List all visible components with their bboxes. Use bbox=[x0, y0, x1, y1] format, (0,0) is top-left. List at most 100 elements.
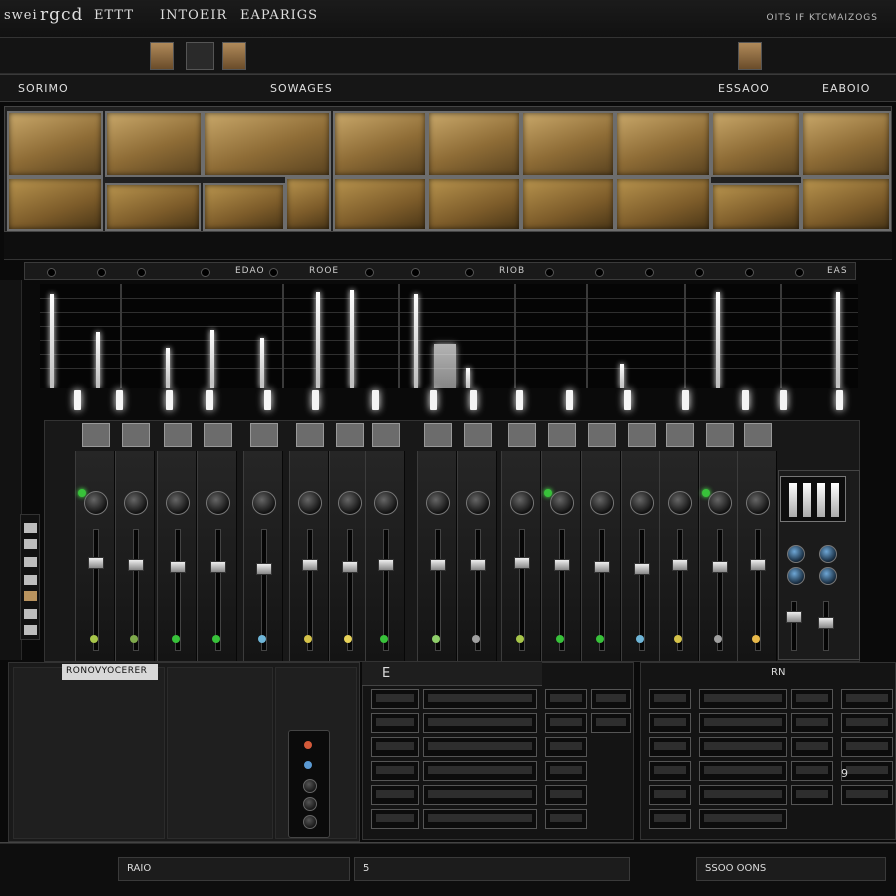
pad[interactable] bbox=[105, 111, 203, 177]
master-button[interactable] bbox=[789, 483, 797, 517]
pad[interactable] bbox=[333, 177, 427, 231]
pan-knob[interactable] bbox=[668, 491, 692, 515]
fader-handle[interactable] bbox=[554, 559, 570, 571]
pad[interactable] bbox=[521, 111, 615, 177]
channel-select-button[interactable] bbox=[164, 423, 192, 447]
fader-handle[interactable] bbox=[210, 561, 226, 573]
pad[interactable] bbox=[711, 183, 801, 231]
rack-slot[interactable] bbox=[791, 713, 833, 733]
toolbar-button-2[interactable] bbox=[186, 42, 214, 70]
transport-button[interactable] bbox=[303, 779, 317, 793]
pad[interactable] bbox=[615, 111, 711, 177]
pad[interactable] bbox=[333, 111, 427, 177]
rack-slot[interactable] bbox=[649, 785, 691, 805]
master-knob[interactable] bbox=[819, 567, 837, 585]
rack-slot[interactable] bbox=[649, 761, 691, 781]
pad[interactable] bbox=[7, 177, 103, 231]
fader-handle[interactable] bbox=[256, 563, 272, 575]
menu-item-4[interactable]: INTOEIR bbox=[160, 8, 227, 23]
rack-slot[interactable] bbox=[699, 713, 787, 733]
rack-slot[interactable] bbox=[791, 785, 833, 805]
pad[interactable] bbox=[521, 177, 615, 231]
menu-item-2[interactable]: rgcd bbox=[40, 5, 83, 25]
rack-slot[interactable] bbox=[423, 761, 537, 781]
channel-select-button[interactable] bbox=[628, 423, 656, 447]
fader-handle[interactable] bbox=[128, 559, 144, 571]
pad[interactable] bbox=[105, 183, 201, 231]
rack-slot[interactable] bbox=[649, 713, 691, 733]
channel-select-button[interactable] bbox=[508, 423, 536, 447]
side-button[interactable] bbox=[24, 523, 37, 533]
master-knob[interactable] bbox=[787, 545, 805, 563]
pan-knob[interactable] bbox=[252, 491, 276, 515]
rack-slot[interactable] bbox=[699, 809, 787, 829]
pad[interactable] bbox=[427, 177, 521, 231]
channel-select-button[interactable] bbox=[204, 423, 232, 447]
pan-knob[interactable] bbox=[550, 491, 574, 515]
master-button[interactable] bbox=[831, 483, 839, 517]
channel-select-button[interactable] bbox=[424, 423, 452, 447]
pad[interactable] bbox=[203, 183, 285, 231]
channel-select-button[interactable] bbox=[250, 423, 278, 447]
pad[interactable] bbox=[801, 111, 891, 177]
rack-slot[interactable] bbox=[371, 737, 419, 757]
fader-handle[interactable] bbox=[430, 559, 446, 571]
menu-item-3[interactable]: ETTT bbox=[94, 8, 134, 23]
rack-slot[interactable] bbox=[841, 713, 893, 733]
rack-slot[interactable] bbox=[649, 737, 691, 757]
channel-select-button[interactable] bbox=[122, 423, 150, 447]
fader-handle[interactable] bbox=[342, 561, 358, 573]
master-fader-handle[interactable] bbox=[818, 617, 834, 629]
rack-slot[interactable] bbox=[371, 761, 419, 781]
rack-slot[interactable] bbox=[371, 689, 419, 709]
pan-knob[interactable] bbox=[746, 491, 770, 515]
pan-knob[interactable] bbox=[630, 491, 654, 515]
master-button[interactable] bbox=[803, 483, 811, 517]
channel-select-button[interactable] bbox=[744, 423, 772, 447]
channel-select-button[interactable] bbox=[548, 423, 576, 447]
pad[interactable] bbox=[711, 111, 801, 177]
pad[interactable] bbox=[427, 111, 521, 177]
toolbar-button-1[interactable] bbox=[150, 42, 174, 70]
side-button[interactable] bbox=[24, 539, 37, 549]
rack-slot[interactable] bbox=[545, 809, 587, 829]
fader-handle[interactable] bbox=[470, 559, 486, 571]
transport-button[interactable] bbox=[303, 815, 317, 829]
fader-handle[interactable] bbox=[750, 559, 766, 571]
rack-slot[interactable] bbox=[791, 689, 833, 709]
channel-select-button[interactable] bbox=[372, 423, 400, 447]
pan-knob[interactable] bbox=[374, 491, 398, 515]
pad[interactable] bbox=[801, 177, 891, 231]
menu-item-5[interactable]: EAPARIGS bbox=[240, 8, 318, 23]
rack-slot[interactable] bbox=[699, 737, 787, 757]
fader-handle[interactable] bbox=[302, 559, 318, 571]
rack-slot[interactable] bbox=[841, 761, 893, 781]
rack-slot[interactable] bbox=[371, 809, 419, 829]
rack-slot[interactable] bbox=[841, 689, 893, 709]
master-knob[interactable] bbox=[787, 567, 805, 585]
pan-knob[interactable] bbox=[298, 491, 322, 515]
fader-handle[interactable] bbox=[634, 563, 650, 575]
pan-knob[interactable] bbox=[510, 491, 534, 515]
side-button[interactable] bbox=[24, 575, 37, 585]
pan-knob[interactable] bbox=[590, 491, 614, 515]
channel-select-button[interactable] bbox=[588, 423, 616, 447]
rack-slot[interactable] bbox=[699, 689, 787, 709]
rack-slot[interactable] bbox=[371, 713, 419, 733]
fader-handle[interactable] bbox=[514, 557, 530, 569]
channel-select-button[interactable] bbox=[336, 423, 364, 447]
rack-slot[interactable] bbox=[649, 809, 691, 829]
side-button[interactable] bbox=[24, 591, 37, 601]
pan-knob[interactable] bbox=[124, 491, 148, 515]
fader-handle[interactable] bbox=[672, 559, 688, 571]
rack-slot[interactable] bbox=[423, 809, 537, 829]
master-button[interactable] bbox=[817, 483, 825, 517]
master-fader-handle[interactable] bbox=[786, 611, 802, 623]
toolbar-button-4[interactable] bbox=[738, 42, 762, 70]
fader-handle[interactable] bbox=[378, 559, 394, 571]
rack-slot[interactable] bbox=[649, 689, 691, 709]
side-button[interactable] bbox=[24, 557, 37, 567]
rack-slot[interactable] bbox=[545, 737, 587, 757]
pad[interactable] bbox=[7, 111, 103, 177]
pan-knob[interactable] bbox=[426, 491, 450, 515]
